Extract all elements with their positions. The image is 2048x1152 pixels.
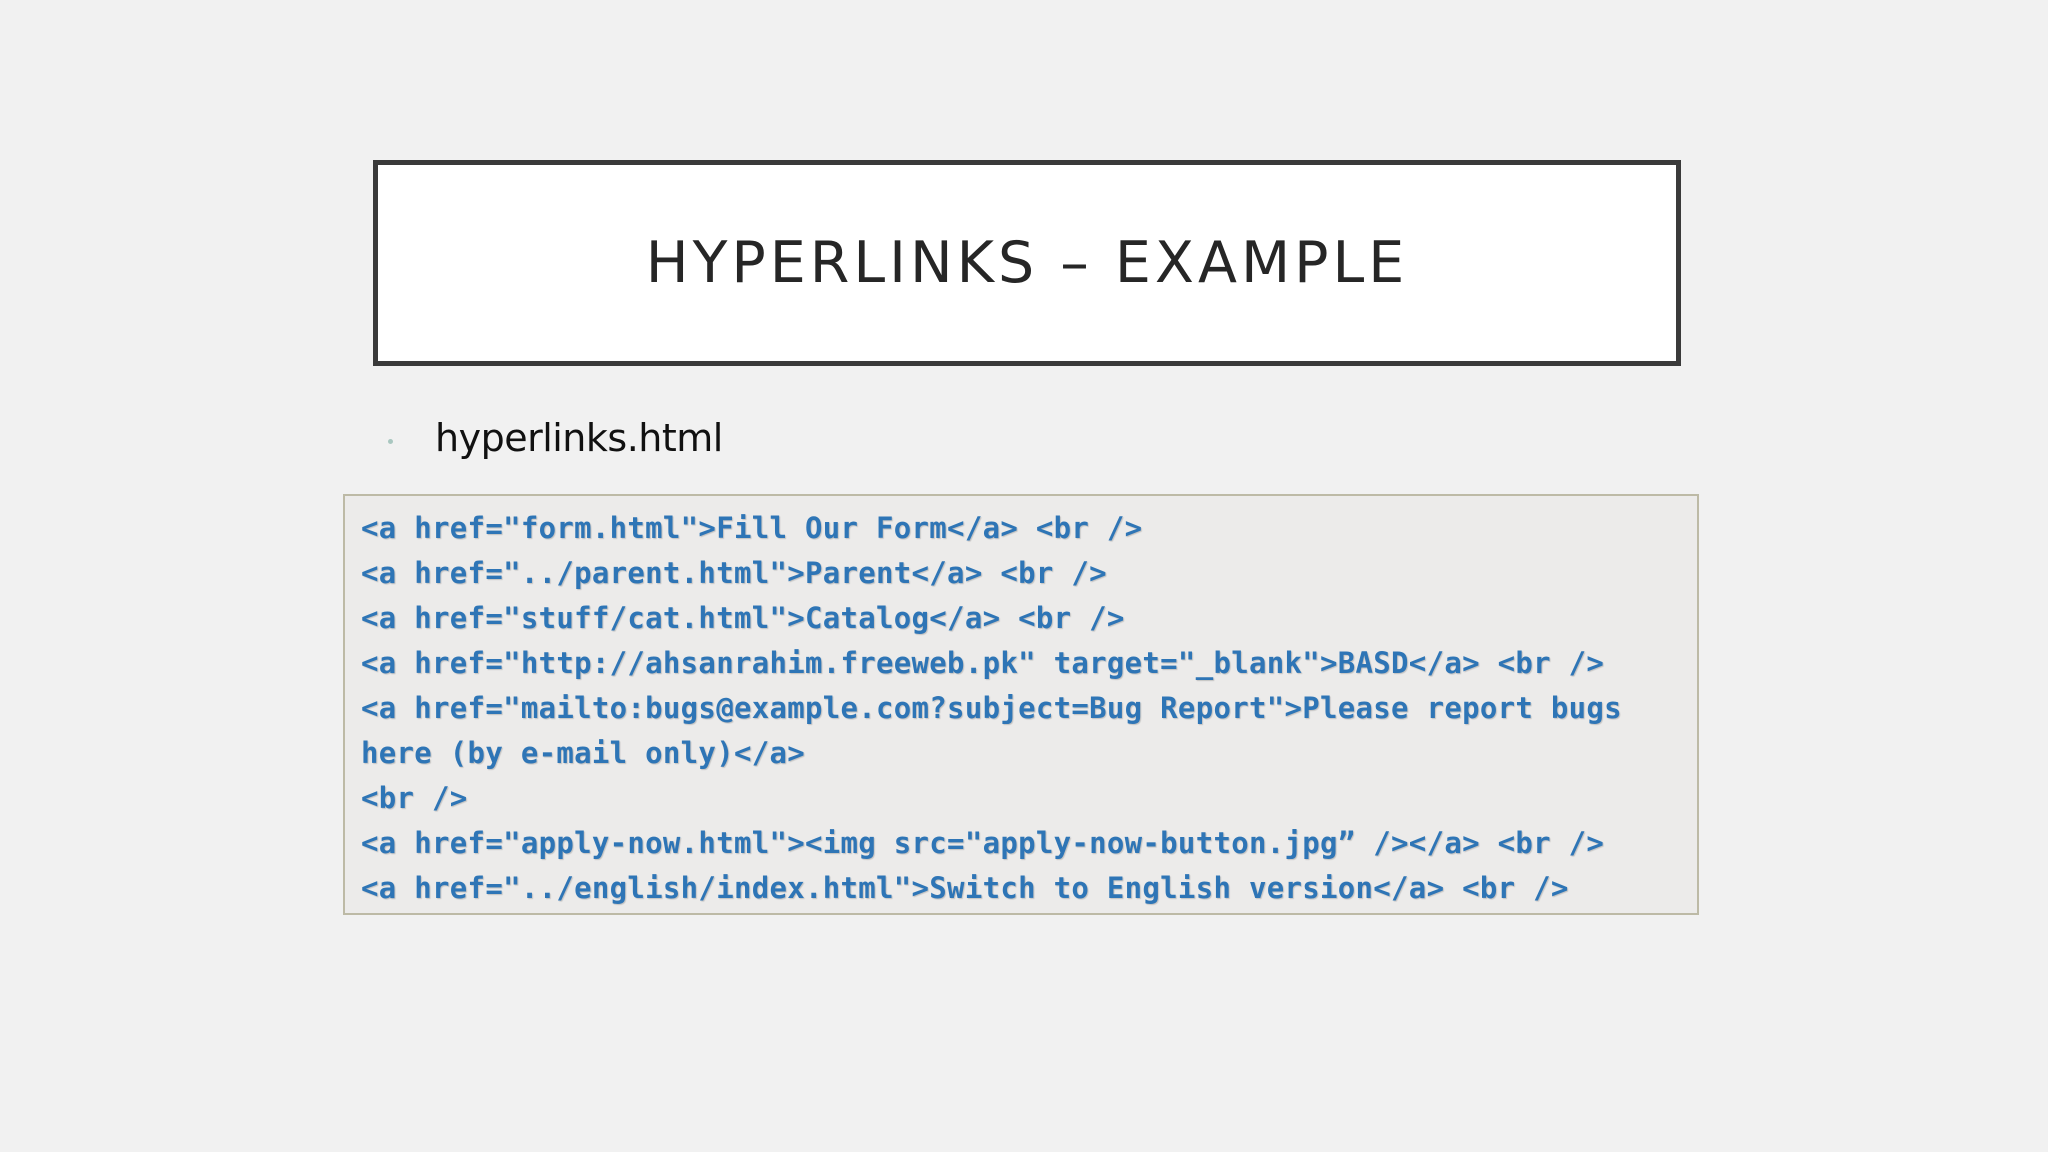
- code-block: <a href="form.html">Fill Our Form</a> <b…: [343, 494, 1699, 915]
- bullet-item: hyperlinks.html: [388, 410, 723, 466]
- code-line: <a href="../parent.html">Parent</a> <br …: [361, 556, 1107, 590]
- code-line: <a href="mailto:bugs@example.com?subject…: [361, 691, 1622, 725]
- code-line: <a href="stuff/cat.html">Catalog</a> <br…: [361, 601, 1125, 635]
- code-line: here (by e-mail only)</a>: [361, 736, 805, 770]
- title-box: HYPERLINKS – EXAMPLE: [373, 160, 1681, 366]
- code-line: <br />: [361, 781, 468, 815]
- code-line: <a href="http://ahsanrahim.freeweb.pk" t…: [361, 646, 1605, 680]
- code-line: <a href="../english/index.html">Switch t…: [361, 871, 1569, 905]
- code-line: <a href="form.html">Fill Our Form</a> <b…: [361, 511, 1143, 545]
- slide-title: HYPERLINKS – EXAMPLE: [645, 230, 1409, 296]
- bullet-text: hyperlinks.html: [435, 416, 723, 460]
- slide: HYPERLINKS – EXAMPLE hyperlinks.html <a …: [0, 0, 2048, 1152]
- code-line: <a href="apply-now.html"><img src="apply…: [361, 826, 1605, 860]
- bullet-dot-icon: [388, 438, 393, 444]
